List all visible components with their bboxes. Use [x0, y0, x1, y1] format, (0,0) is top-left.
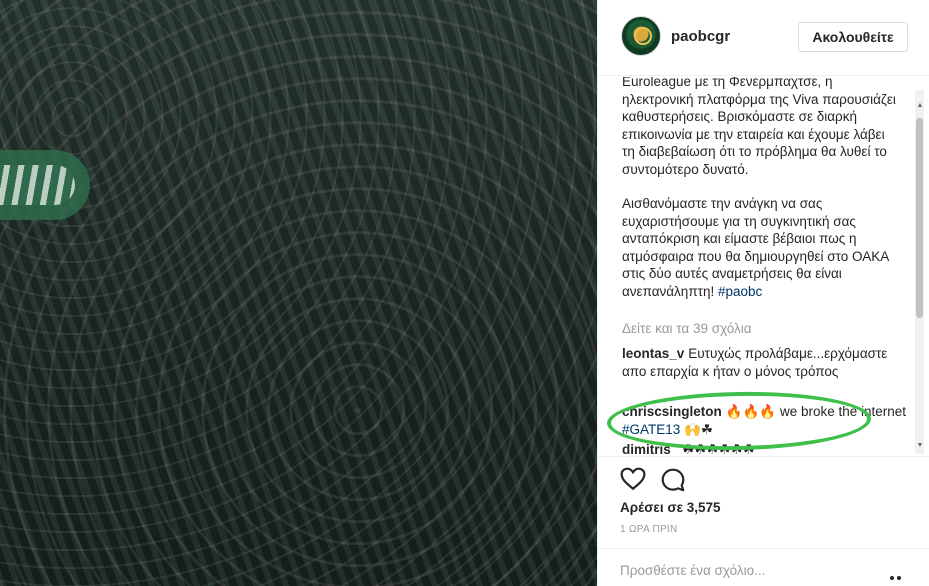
add-comment-bar — [598, 548, 929, 586]
comment-icon[interactable] — [660, 467, 686, 493]
post-header: paobcgr Ακολουθείτε — [598, 0, 929, 76]
more-options-icon[interactable] — [890, 567, 910, 580]
caption-paragraph-2: Αισθανόμαστε την ανάγκη να σας ευχαριστή… — [622, 195, 898, 300]
post-timestamp[interactable]: 1 ΩΡΑ ΠΡΙΝ — [620, 524, 678, 535]
heart-icon[interactable] — [620, 467, 646, 491]
post-actions — [598, 456, 929, 496]
avatar[interactable] — [621, 16, 661, 56]
comment-input[interactable] — [620, 559, 880, 581]
caption-paragraph-1: Euroleague με τη Φενέρμπαχτσε, η ηλεκτρο… — [622, 77, 896, 177]
following-button[interactable]: Ακολουθείτε — [798, 22, 908, 52]
post-photo[interactable] — [0, 0, 597, 586]
scroll-thumb[interactable] — [916, 118, 923, 318]
banner-stripes — [0, 165, 75, 205]
post-sidebar: paobcgr Ακολουθείτε Euroleague με τη Φεν… — [597, 0, 929, 586]
comment-item: leontas_v Ευτυχώς προλάβαμε...ερχόμαστε α… — [622, 345, 907, 380]
view-all-comments-link[interactable]: Δείτε και τα 39 σχόλια — [622, 321, 752, 336]
likes-count[interactable]: Αρέσει σε 3,575 — [620, 500, 721, 515]
comment-username[interactable]: leontas_v — [622, 346, 684, 361]
username-link[interactable]: paobcgr — [671, 28, 730, 45]
scroll-down-arrow-icon[interactable]: ▼ — [916, 442, 924, 449]
post-caption: Euroleague με τη Φενέρμπαχτσε, η ηλεκτρο… — [622, 77, 898, 317]
comments-scrollbar[interactable]: ▲ ▼ — [913, 90, 924, 454]
caption-hashtag-link[interactable]: #paobc — [718, 284, 762, 299]
scroll-up-arrow-icon[interactable]: ▲ — [916, 102, 924, 109]
